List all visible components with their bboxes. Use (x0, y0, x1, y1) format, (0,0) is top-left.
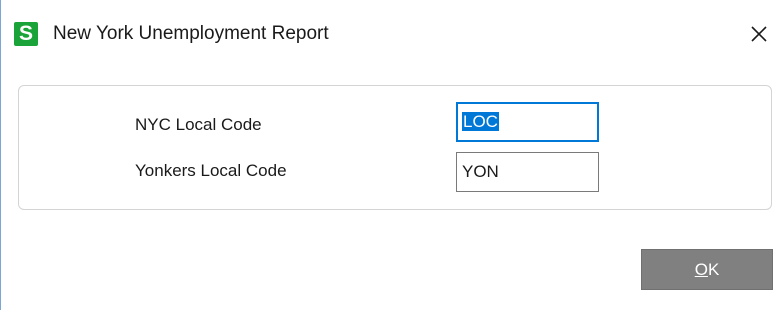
yonkers-local-code-input[interactable] (456, 152, 599, 192)
nyc-local-code-label: NYC Local Code (135, 115, 262, 134)
window-title: New York Unemployment Report (53, 23, 329, 44)
ok-button-label-rest: K (707, 260, 720, 279)
sage-app-icon: S (14, 22, 38, 46)
nyc-local-code-value: LOC (462, 112, 499, 131)
ok-button[interactable]: OK (641, 249, 773, 290)
yonkers-local-code-label: Yonkers Local Code (135, 161, 287, 180)
title-bar: S New York Unemployment Report (1, 0, 782, 70)
ok-button-mnemonic: O (694, 260, 708, 279)
nyc-local-code-input[interactable]: LOC (456, 102, 599, 142)
close-icon (751, 26, 767, 42)
dialog-window: S New York Unemployment Report NYC Local… (0, 0, 782, 310)
codes-group-box (18, 85, 772, 210)
close-button[interactable] (743, 18, 775, 50)
